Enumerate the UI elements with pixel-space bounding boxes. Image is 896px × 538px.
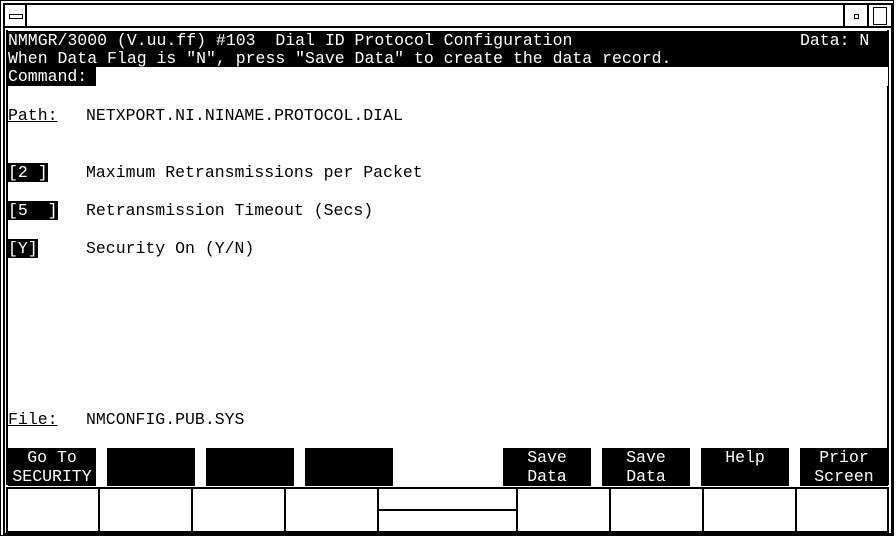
grid-divider: [378, 509, 517, 511]
function-key-6-save-data[interactable]: Save Data: [602, 448, 690, 486]
grid-divider: [702, 488, 704, 532]
path-value: NETXPORT.NI.NINAME.PROTOCOL.DIAL: [86, 106, 403, 125]
security-on-field[interactable]: [Y]: [8, 239, 38, 258]
file-value: NMCONFIG.PUB.SYS: [86, 410, 245, 429]
grid-divider: [516, 488, 518, 532]
command-label: Command:: [8, 67, 88, 86]
max-retransmissions-field[interactable]: [2 ]: [8, 163, 48, 182]
function-key-7-help[interactable]: Help: [701, 448, 789, 486]
grid-divider: [98, 488, 100, 532]
grid-divider: [284, 488, 286, 532]
instruction-message: When Data Flag is "N", press "Save Data"…: [8, 49, 672, 68]
grid-divider: [795, 488, 797, 532]
grid-divider: [191, 488, 193, 532]
file-label: File:: [8, 410, 58, 429]
retransmission-timeout-label: Retransmission Timeout (Secs): [86, 201, 374, 220]
minimize-icon[interactable]: [843, 5, 867, 27]
function-key-8-prior-screen[interactable]: Prior Screen: [800, 448, 888, 486]
function-key-2[interactable]: [107, 448, 195, 486]
window-menu-icon[interactable]: [5, 5, 27, 27]
path-label: Path:: [8, 106, 58, 125]
maximize-icon[interactable]: [867, 5, 891, 27]
retransmission-timeout-field[interactable]: [5 ]: [8, 201, 58, 220]
title-bar[interactable]: [5, 5, 891, 28]
grid-divider: [609, 488, 611, 532]
function-key-1-go-to-security[interactable]: Go To SECURITY: [8, 448, 96, 486]
command-input[interactable]: [96, 67, 888, 86]
function-key-4[interactable]: [305, 448, 393, 486]
data-flag: Data: N: [800, 31, 870, 50]
function-key-5[interactable]: Save Data: [503, 448, 591, 486]
screen-title: NMMGR/3000 (V.uu.ff) #103 Dial ID Protoc…: [8, 31, 573, 50]
function-key-3[interactable]: [206, 448, 294, 486]
security-on-label: Security On (Y/N): [86, 239, 255, 258]
max-retransmissions-label: Maximum Retransmissions per Packet: [86, 163, 423, 182]
